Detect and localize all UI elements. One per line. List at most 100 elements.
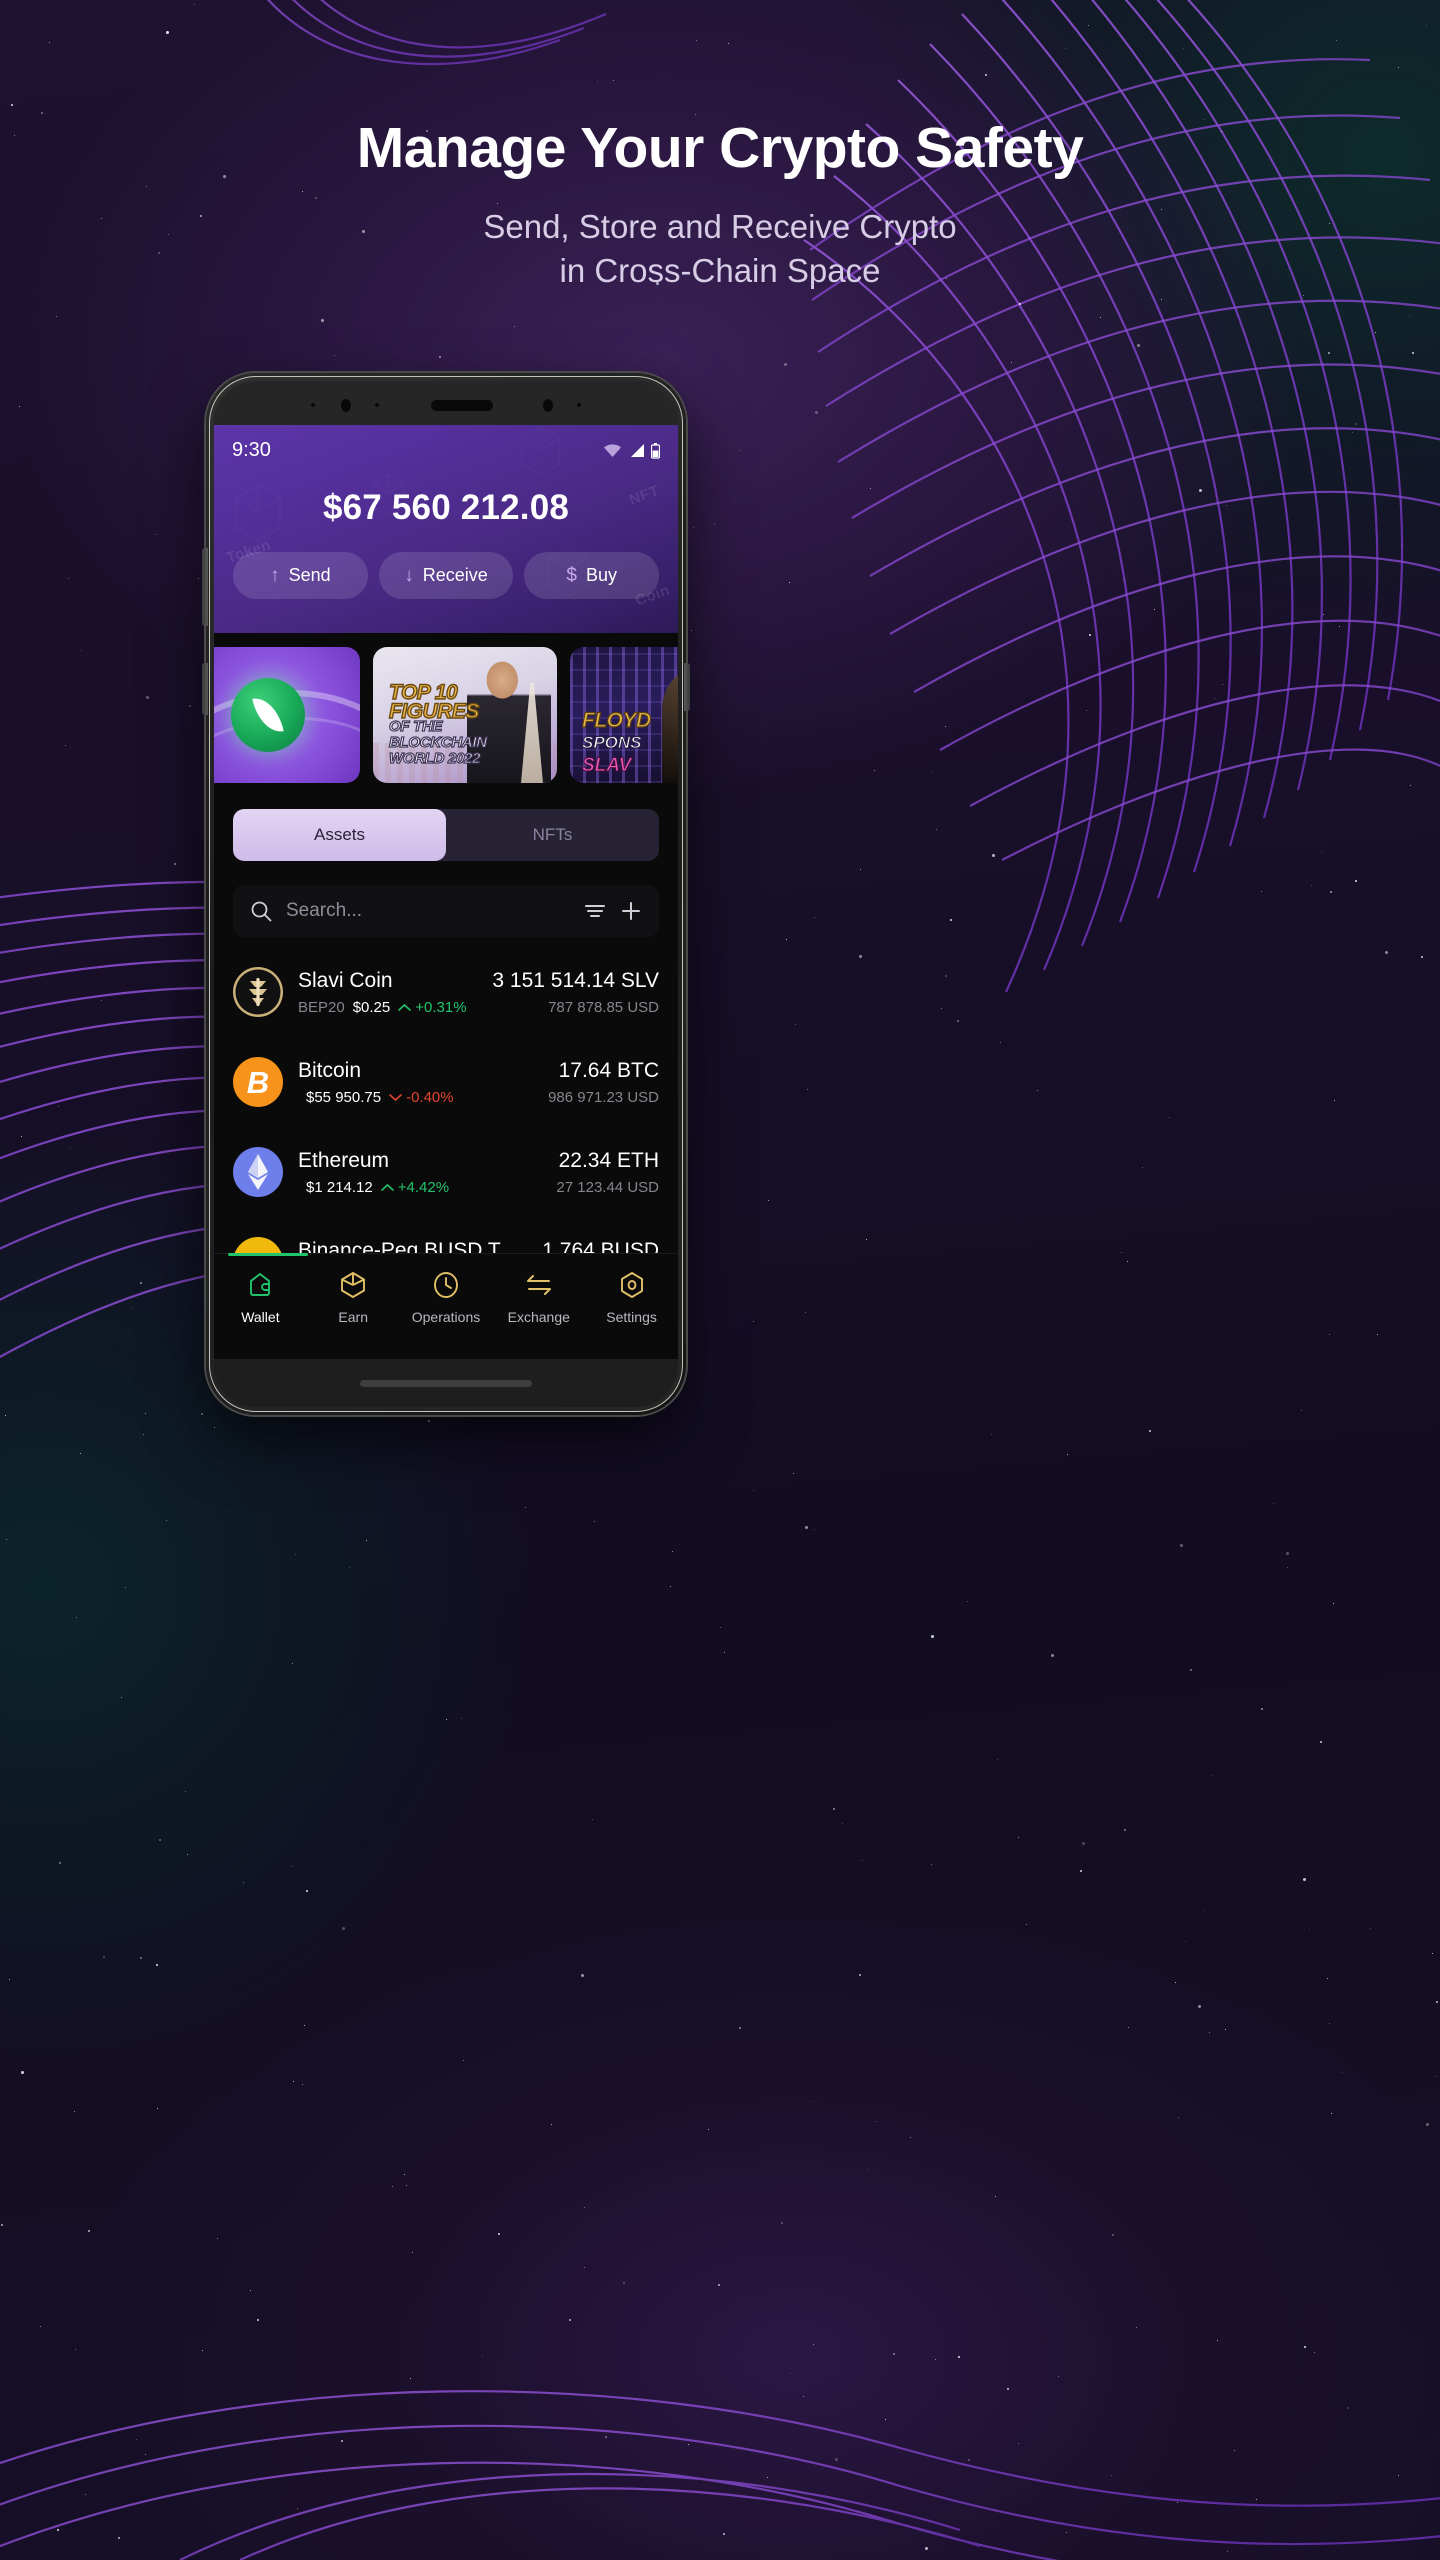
asset-price: $1 214.12: [306, 1178, 373, 1196]
asset-change: +0.31%: [415, 998, 467, 1016]
sensor-dot-icon: [311, 403, 315, 407]
hero-title: Manage Your Crypto Safety: [356, 116, 1084, 180]
nav-label-earn: Earn: [338, 1309, 368, 1325]
earpiece-icon: [431, 399, 493, 411]
dollar-icon: $: [566, 565, 577, 586]
nav-label-wallet: Wallet: [241, 1309, 280, 1325]
banner-top-10-figures[interactable]: TOP 10 FIGURES OF THE BLOCKCHAIN WORLD 2…: [373, 647, 557, 783]
ethereum-icon: [233, 1147, 283, 1197]
asset-list: Slavi Coin BEP20 $0.25 +0.31% 3 151 514.…: [214, 937, 678, 1307]
phone-top-bezel: [214, 381, 678, 429]
phone-bottom-bezel: [214, 1359, 678, 1407]
asset-price: $55 950.75: [306, 1088, 382, 1106]
tab-assets[interactable]: Assets: [233, 809, 446, 861]
hero-subtitle-line-2: in Cross-Chain Space: [559, 251, 881, 289]
phone-side-button[interactable]: [684, 663, 690, 711]
battery-icon: [651, 442, 660, 459]
arrow-down-icon: ↓: [404, 565, 414, 586]
banner-line-3: OF THE: [388, 718, 443, 735]
nav-item-wallet[interactable]: Wallet: [214, 1270, 307, 1325]
send-button-label: Send: [288, 565, 331, 585]
asset-amount: 17.64 BTC: [558, 1058, 659, 1082]
asset-usd-value: 787 878.85 USD: [548, 998, 659, 1016]
asset-name: Slavi Coin: [298, 968, 393, 992]
bitcoin-icon: B: [233, 1057, 283, 1107]
asset-name: Bitcoin: [298, 1058, 362, 1082]
wifi-icon: [604, 444, 621, 457]
banner-headline: TOP 10 FIGURES: [388, 681, 480, 723]
filter-icon[interactable]: [584, 903, 606, 919]
asset-usd-value: 986 971.23 USD: [548, 1088, 659, 1106]
nav-item-exchange[interactable]: Exchange: [492, 1270, 585, 1325]
banner-line-2: SPONS: [582, 733, 643, 753]
phone-volume-button[interactable]: [202, 663, 208, 715]
asset-change: -0.40%: [406, 1088, 454, 1106]
hero-subtitle-line-1: Send, Store and Receive Crypto: [483, 208, 957, 245]
cellular-signal-icon: [631, 444, 644, 457]
swap-icon: [526, 1275, 551, 1295]
search-icon: [250, 900, 272, 922]
status-badge: -0.40%: [389, 1089, 454, 1106]
total-balance: $67 560 212.08: [322, 488, 570, 527]
home-indicator[interactable]: [360, 1379, 532, 1387]
buy-button-label: Buy: [585, 565, 617, 585]
receive-button-label: Receive: [422, 565, 488, 585]
assets-nfts-tabs: Assets NFTs: [233, 809, 659, 861]
nav-item-settings[interactable]: Settings: [585, 1270, 678, 1325]
asset-price: $0.25: [352, 998, 391, 1016]
status-badge: +4.42%: [380, 1178, 450, 1196]
active-tab-indicator: [228, 1253, 308, 1256]
status-time: 9:30: [232, 439, 271, 461]
phone-mockup: Token NFT Coin 9:30 $67 560 212.08 ↑ Sen…: [202, 373, 690, 1415]
asset-network: BEP20: [298, 998, 345, 1016]
banner-line-3: SLAV: [581, 755, 632, 777]
banner-slavi-coin[interactable]: IN: [214, 647, 360, 783]
wallet-action-buttons: ↑ Send ↓ Receive $ Buy: [214, 528, 678, 599]
bottom-navigation: Wallet Earn Operations Exchange Settings: [214, 1253, 678, 1363]
chevron-up-icon: [398, 1003, 412, 1011]
sensor-dot-icon: [543, 398, 553, 412]
banner-subheadline: OF THE BLOCKCHAIN WORLD 2022: [388, 718, 487, 768]
nav-item-earn[interactable]: Earn: [307, 1270, 400, 1325]
cube-icon: [341, 1272, 366, 1298]
arrow-up-icon: ↑: [270, 565, 280, 586]
banner-line-1: FLOYD: [581, 708, 651, 732]
table-row[interactable]: Ethereum $1 214.12 +4.42% 22.34 ETH 27 1…: [233, 1127, 659, 1217]
phone-power-button[interactable]: [202, 548, 208, 626]
tab-nfts[interactable]: NFTs: [446, 809, 659, 861]
asset-name: Ethereum: [298, 1148, 390, 1172]
plus-icon[interactable]: [620, 900, 642, 922]
asset-change: +4.42%: [397, 1178, 450, 1196]
table-row[interactable]: B Bitcoin $55 950.75 -0.40% 17.64 BTC 98…: [233, 1037, 659, 1127]
proximity-sensor-icon: [375, 403, 379, 407]
nav-item-operations[interactable]: Operations: [400, 1270, 493, 1325]
chevron-down-icon: [389, 1093, 402, 1101]
chevron-up-icon: [380, 1183, 394, 1191]
phone-screen: Token NFT Coin 9:30 $67 560 212.08 ↑ Sen…: [214, 425, 678, 1363]
buy-button[interactable]: $ Buy: [524, 552, 660, 599]
sensor-dot-icon: [577, 403, 581, 407]
slavi-leaf-logo-icon: [231, 678, 305, 752]
hero-subtitle: Send, Store and Receive Crypto in Cross-…: [0, 205, 1440, 292]
status-bar: 9:30: [214, 425, 678, 462]
nav-label-settings: Settings: [606, 1309, 657, 1325]
status-badge: +0.31%: [398, 998, 467, 1016]
clock-icon: [434, 1272, 458, 1298]
send-button[interactable]: ↑ Send: [233, 552, 368, 599]
settings-hexagon-icon: [620, 1272, 643, 1298]
banner-floyd-sponsor[interactable]: FLOYD SPONS SLAV: [570, 647, 678, 783]
promo-banner-carousel[interactable]: IN TOP 10 FIGURES OF THE BLOCKCHAIN WORL…: [214, 633, 678, 783]
wallet-icon: [250, 1273, 271, 1296]
receive-button[interactable]: ↓ Receive: [378, 552, 514, 599]
table-row[interactable]: Slavi Coin BEP20 $0.25 +0.31% 3 151 514.…: [233, 947, 659, 1037]
front-camera-icon: [341, 398, 351, 412]
asset-amount: 22.34 ETH: [558, 1148, 659, 1172]
search-bar[interactable]: Search...: [233, 885, 659, 937]
search-input[interactable]: Search...: [286, 900, 570, 922]
banner-line-4: BLOCKCHAIN: [388, 734, 487, 752]
asset-amount: 3 151 514.14 SLV: [492, 968, 659, 992]
banner-line-5: WORLD 2022: [388, 750, 481, 768]
asset-usd-value: 27 123.44 USD: [556, 1178, 659, 1196]
nav-label-exchange: Exchange: [507, 1309, 570, 1325]
nav-label-operations: Operations: [411, 1309, 481, 1325]
